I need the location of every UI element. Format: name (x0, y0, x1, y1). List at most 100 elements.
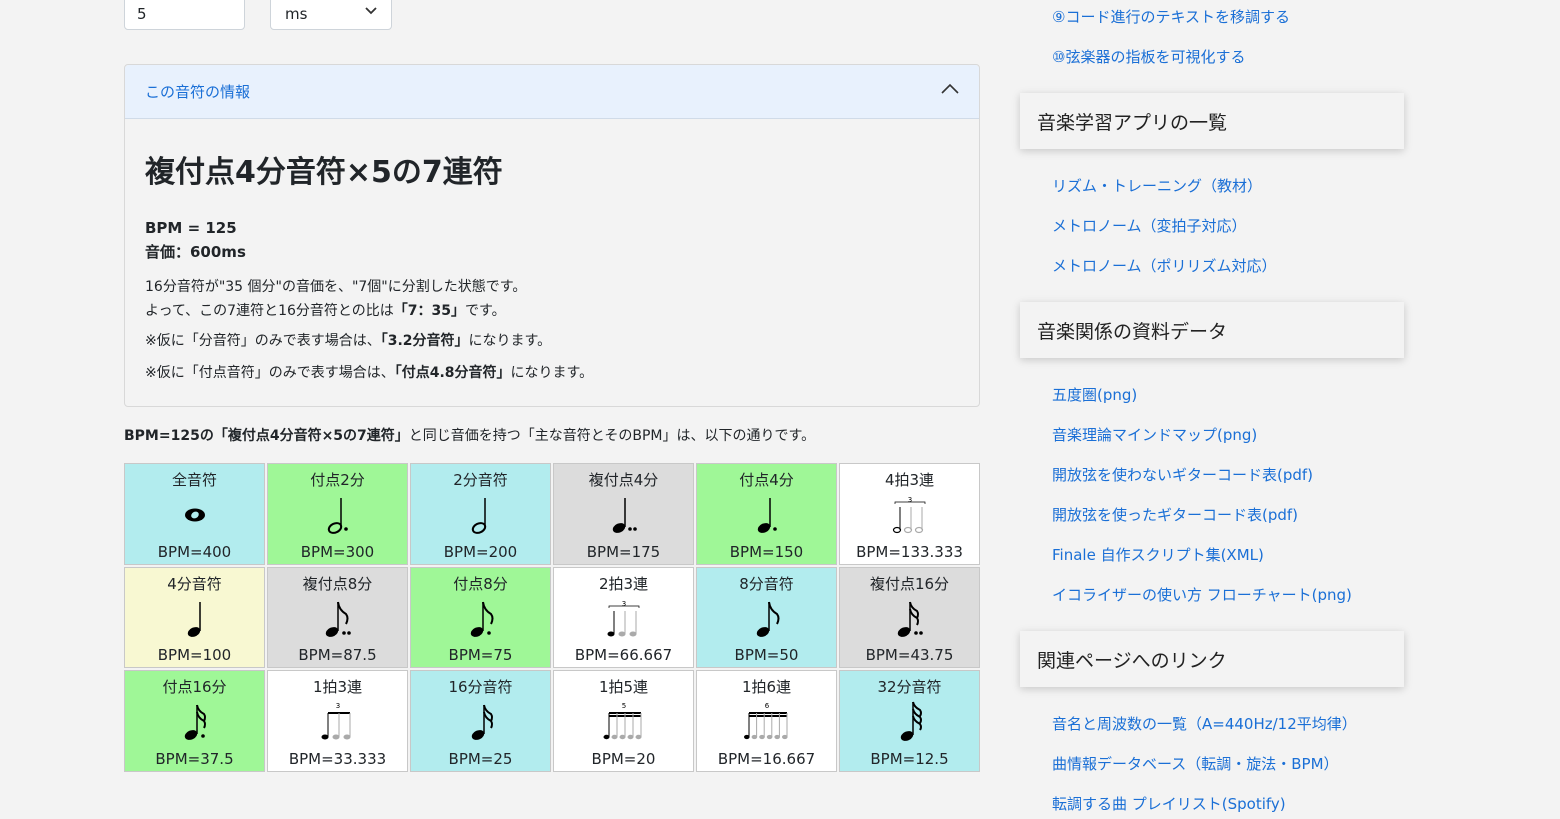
note-bpm: BPM=12.5 (870, 749, 949, 768)
sidebar-link-guitar-chords-open[interactable]: 開放弦を使ったギターコード表(pdf) (1052, 504, 1298, 525)
dotted-note: ※仮に「付点音符」のみで表す場合は、「付点4.8分音符」になります。 (145, 362, 593, 382)
note-description: 16分音符が"35 個分"の音価を、"7個"に分割した状態です。 よって、この7… (145, 275, 526, 323)
tuplet-number: 6 (764, 702, 769, 710)
note-name: 全音符 (171, 471, 217, 489)
note-bpm: BPM=33.333 (288, 749, 387, 768)
note-name: 2拍3連 (598, 574, 649, 593)
intro-text: と同じ音価を持つ「主な音符とそのBPM」は、以下の通りです。 (408, 428, 816, 444)
note-cell: 4分音符 BPM=100 (124, 566, 265, 669)
intro-note: 「複付点4分音符×5の7連符」 (213, 428, 409, 444)
quarter-note-icon (187, 601, 201, 637)
note-name: 1拍3連 (312, 678, 363, 697)
section-heading-apps: 音楽学習アプリの一覧 (1020, 93, 1404, 149)
desc-line-2: よって、この7連符と16分音符との比は「7：35」です。 (145, 299, 526, 323)
dotted-half-note-icon (327, 498, 348, 534)
unit-select[interactable]: ms (270, 0, 392, 30)
note-cell: 複付点16分 BPM=43.75 (839, 566, 980, 669)
dotted-note-text: ※仮に「付点音符」のみで表す場合は、 (145, 365, 395, 381)
note-equivalence-grid: 全音符 BPM=400 付点2分 BPM=300 2分音符 BPM=200 複付… (124, 463, 980, 772)
fraction-note-text: ※仮に「分音符」のみで表す場合は、 (145, 333, 381, 349)
note-name: 8分音符 (739, 574, 794, 593)
sidebar-link-metronome-polyrhythm[interactable]: メトロノーム（ポリリズム対応） (1052, 255, 1277, 276)
note-name: 32分音符 (877, 678, 942, 697)
note-cell: 付点2分 BPM=300 (267, 463, 408, 565)
sidebar-link-fretboard[interactable]: ⑩弦楽器の指板を可視化する (1052, 46, 1245, 67)
thirty-second-note-icon (900, 702, 922, 742)
note-bpm: BPM=87.5 (298, 646, 377, 665)
note-bpm: BPM=50 (734, 646, 799, 665)
note-cell: 付点16分 BPM=37.5 (124, 670, 265, 772)
sidebar-link-mindmap[interactable]: 音楽理論マインドマップ(png) (1052, 424, 1257, 445)
eighth-triplet-icon: 3 (321, 702, 350, 740)
sextuplet-icon: 6 (743, 702, 788, 740)
note-cell: 全音符 BPM=400 (124, 463, 265, 565)
desc-line-1: 16分音符が"35 個分"の音価を、"7個"に分割した状態です。 (145, 279, 527, 295)
note-name: 付点2分 (310, 471, 365, 489)
dotted-eighth-note-icon (470, 601, 493, 637)
note-cell: 1拍5連 5 BPM=20 (553, 670, 694, 772)
note-cell: 4拍3連 3 BPM=133.333 (839, 463, 980, 565)
note-bpm: BPM=43.75 (865, 646, 954, 665)
sidebar-link-equalizer-flowchart[interactable]: イコライザーの使い方 フローチャート(png) (1052, 584, 1352, 605)
note-name: 付点8分 (453, 574, 508, 593)
note-bpm: BPM=37.5 (155, 749, 234, 768)
chevron-down-icon (365, 7, 377, 15)
note-bpm: BPM=300 (300, 542, 375, 561)
note-bpm: BPM=20 (591, 749, 656, 768)
half-triplet-icon: 3 (892, 496, 925, 534)
note-name: 付点4分 (739, 471, 794, 489)
note-cell: 付点8分 BPM=75 (410, 566, 551, 669)
note-cell: 16分音符 BPM=25 (410, 670, 551, 772)
note-name: 4分音符 (167, 574, 222, 593)
sidebar-link-song-database[interactable]: 曲情報データベース（転調・旋法・BPM） (1052, 753, 1339, 774)
sidebar-link-spotify-playlist[interactable]: 転調する曲 プレイリスト(Spotify) (1052, 793, 1286, 814)
eighth-note-icon (756, 601, 779, 637)
sidebar-link-circle-of-fifths[interactable]: 五度圏(png) (1052, 384, 1137, 405)
note-cell: 複付点4分 BPM=175 (553, 463, 694, 565)
note-name: 1拍6連 (741, 678, 792, 697)
note-bpm: BPM=16.667 (717, 749, 816, 768)
sidebar-link-rhythm-training[interactable]: リズム・トレーニング（教材） (1052, 175, 1262, 196)
sidebar-link-metronome-meter[interactable]: メトロノーム（変拍子対応） (1052, 215, 1247, 236)
note-cell: 2分音符 BPM=200 (410, 463, 551, 565)
sidebar-link-guitar-chords-closed[interactable]: 開放弦を使わないギターコード表(pdf) (1052, 464, 1313, 485)
double-dotted-eighth-note-icon (325, 601, 351, 637)
note-cell: 32分音符 BPM=12.5 (839, 670, 980, 772)
note-cell: 8分音符 BPM=50 (696, 566, 837, 669)
note-name: 4拍3連 (884, 471, 935, 489)
sidebar-link-finale-scripts[interactable]: Finale 自作スクリプト集(XML) (1052, 544, 1264, 565)
note-bpm: BPM=100 (157, 646, 232, 665)
note-bpm: BPM=75 (448, 646, 513, 665)
chevron-up-icon (941, 83, 959, 94)
note-cell: 1拍3連 3 BPM=33.333 (267, 670, 408, 772)
sixteenth-note-icon (471, 705, 493, 741)
note-cell: 1拍6連 6 BPM=16.667 (696, 670, 837, 772)
desc-text: よって、この7連符と16分音符との比は (145, 303, 394, 319)
dotted-note-text: になります。 (510, 365, 594, 381)
note-bpm: BPM=25 (448, 749, 513, 768)
fraction-note: ※仮に「分音符」のみで表す場合は、「3.2分音符」になります。 (145, 330, 551, 350)
note-bpm: BPM=133.333 (856, 542, 963, 561)
note-name: 複付点16分 (869, 574, 950, 593)
dotted-sixteenth-note-icon (184, 705, 206, 741)
sidebar-link-transpose-chords[interactable]: ⑨コード進行のテキストを移調する (1052, 6, 1290, 27)
bpm-line: BPM = 125 (145, 219, 237, 237)
section-heading-related: 関連ページへのリンク (1020, 631, 1404, 687)
note-cell: 2拍3連 3 BPM=66.667 (553, 566, 694, 669)
note-bpm: BPM=200 (443, 542, 518, 561)
dotted-quarter-note-icon (757, 498, 777, 533)
tuplet-number: 5 (621, 702, 625, 710)
note-title: 複付点4分音符×5の7連符 (145, 155, 503, 190)
quintuplet-icon: 5 (603, 702, 641, 740)
sidebar-link-note-frequencies[interactable]: 音名と周波数の一覧（A=440Hz/12平均律） (1052, 713, 1357, 734)
note-name: 1拍5連 (598, 678, 649, 697)
note-info-card: この音符の情報 複付点4分音符×5の7連符 BPM = 125 音価：600ms… (124, 64, 980, 407)
note-bpm: BPM=175 (586, 542, 661, 561)
equivalent-intro: BPM=125の「複付点4分音符×5の7連符」と同じ音価を持つ「主な音符とそのB… (124, 425, 815, 445)
note-meta: BPM = 125 音価：600ms (145, 216, 246, 264)
duration-input[interactable]: 5 (124, 0, 245, 30)
value-line: 音価：600ms (145, 243, 246, 261)
section-heading-resources: 音楽関係の資料データ (1020, 302, 1404, 358)
note-info-toggle[interactable]: この音符の情報 (125, 65, 979, 119)
double-dotted-sixteenth-note-icon (897, 601, 923, 637)
